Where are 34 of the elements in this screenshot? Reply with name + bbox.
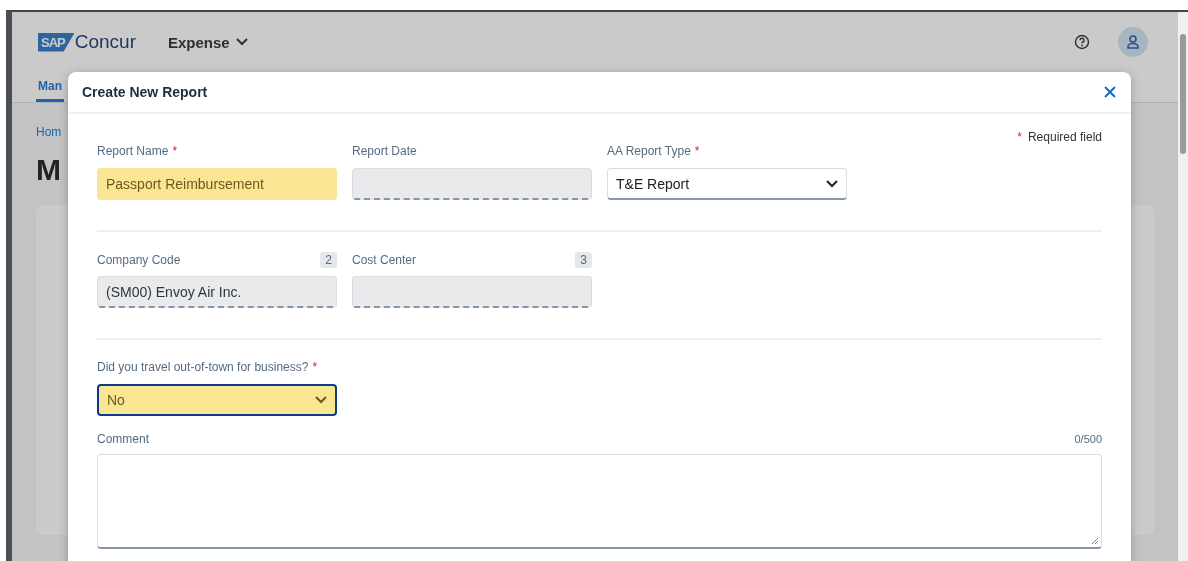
dropdown-field[interactable]: No xyxy=(97,384,337,416)
brand-name: Concur xyxy=(74,31,136,53)
scrollbar[interactable] xyxy=(1178,12,1188,561)
breadcrumb-link[interactable]: Hom xyxy=(36,125,62,139)
chevron-down-icon xyxy=(315,396,327,404)
dropdown-field[interactable]: T&E Report xyxy=(607,168,847,200)
field-label: Company Code xyxy=(97,253,181,267)
page-heading: M xyxy=(36,153,61,187)
dialog-title: Create New Report xyxy=(82,84,208,100)
required-mark: * xyxy=(172,144,178,158)
nav-tab[interactable]: Man xyxy=(36,72,64,102)
field-label: AA Report Type xyxy=(607,144,691,158)
required-mark: * xyxy=(694,144,700,158)
sap-logo: SAP xyxy=(38,32,75,52)
required-mark: * xyxy=(312,360,318,374)
field-label: Cost Center xyxy=(352,253,417,267)
field-label: Report Name xyxy=(97,144,169,158)
input-field[interactable]: Passport Reimbursement xyxy=(97,168,337,200)
required-field-note: Required field xyxy=(1027,130,1102,144)
field-badge: 2 xyxy=(320,252,337,268)
chevron-down-icon xyxy=(235,38,248,46)
required-mark: * xyxy=(1017,130,1022,144)
help-icon[interactable] xyxy=(1074,34,1090,50)
chevron-down-icon xyxy=(826,179,838,188)
comment-textarea[interactable] xyxy=(97,454,1102,549)
field-label: Report Date xyxy=(352,144,417,158)
resize-grip-icon[interactable] xyxy=(1091,537,1099,545)
close-icon[interactable] xyxy=(1103,85,1117,99)
field-label: Comment xyxy=(97,432,149,446)
character-counter: 0/500 xyxy=(1074,433,1102,445)
user-avatar[interactable] xyxy=(1118,27,1148,57)
expense-menu[interactable]: Expense xyxy=(162,32,254,52)
field-label: Did you travel out-of-town for business? xyxy=(97,360,309,374)
field-badge: 3 xyxy=(575,252,592,268)
